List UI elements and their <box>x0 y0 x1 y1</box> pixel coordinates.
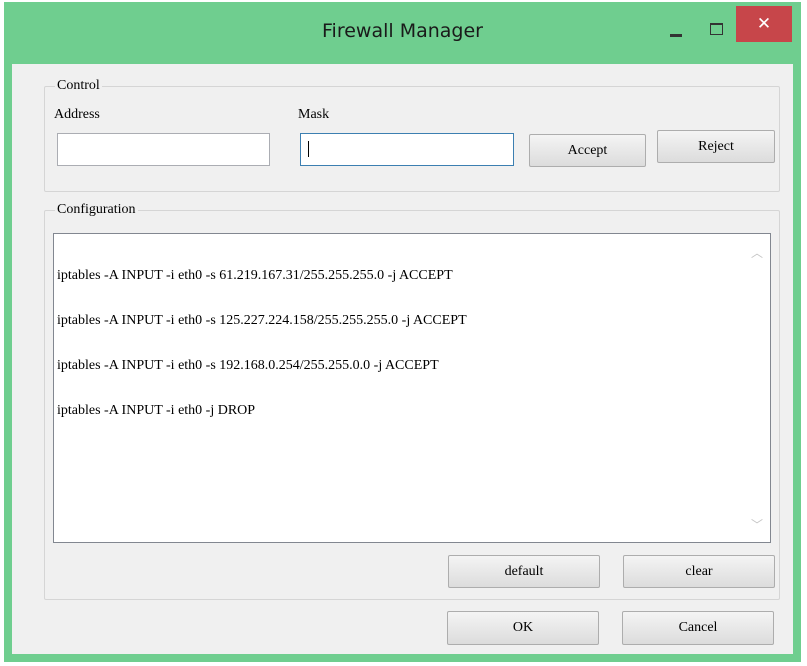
config-line: iptables -A INPUT -i eth0 -s 192.168.0.2… <box>57 358 439 373</box>
reject-button[interactable]: Reject <box>657 130 775 163</box>
accept-button[interactable]: Accept <box>529 134 646 167</box>
scroll-up-icon[interactable]: ︿ <box>750 247 764 259</box>
title-bar[interactable]: Firewall Manager ✕ <box>4 2 801 64</box>
text-caret <box>308 141 309 157</box>
ok-button[interactable]: OK <box>447 611 599 645</box>
address-input[interactable] <box>57 133 270 166</box>
maximize-button[interactable] <box>699 10 733 46</box>
address-label: Address <box>54 107 100 122</box>
default-button[interactable]: default <box>448 555 600 588</box>
configuration-legend: Configuration <box>55 202 138 218</box>
mask-label: Mask <box>298 107 330 122</box>
clear-button[interactable]: clear <box>623 555 775 588</box>
maximize-icon <box>709 23 723 35</box>
control-group: Control Address Mask Accept Reject <box>44 78 780 192</box>
firewall-manager-window: Firewall Manager ✕ Control Address Mask … <box>4 2 801 662</box>
mask-input[interactable] <box>300 133 514 166</box>
configuration-textarea[interactable]: iptables -A INPUT -i eth0 -s 61.219.167.… <box>53 233 771 543</box>
configuration-group: Configuration iptables -A INPUT -i eth0 … <box>44 202 780 600</box>
configuration-lines: iptables -A INPUT -i eth0 -s 61.219.167.… <box>57 238 746 448</box>
minimize-button[interactable] <box>659 10 693 46</box>
dialog-client-area: Control Address Mask Accept Reject Confi… <box>12 64 793 654</box>
scroll-down-icon[interactable]: ﹀ <box>750 519 764 531</box>
close-icon: ✕ <box>756 14 772 34</box>
control-legend: Control <box>55 78 102 94</box>
config-line: iptables -A INPUT -i eth0 -j DROP <box>57 403 256 418</box>
config-line: iptables -A INPUT -i eth0 -s 125.227.224… <box>57 313 467 328</box>
minimize-icon <box>670 33 682 37</box>
cancel-button[interactable]: Cancel <box>622 611 774 645</box>
config-line: iptables -A INPUT -i eth0 -s 61.219.167.… <box>57 268 453 283</box>
close-button[interactable]: ✕ <box>736 6 792 42</box>
